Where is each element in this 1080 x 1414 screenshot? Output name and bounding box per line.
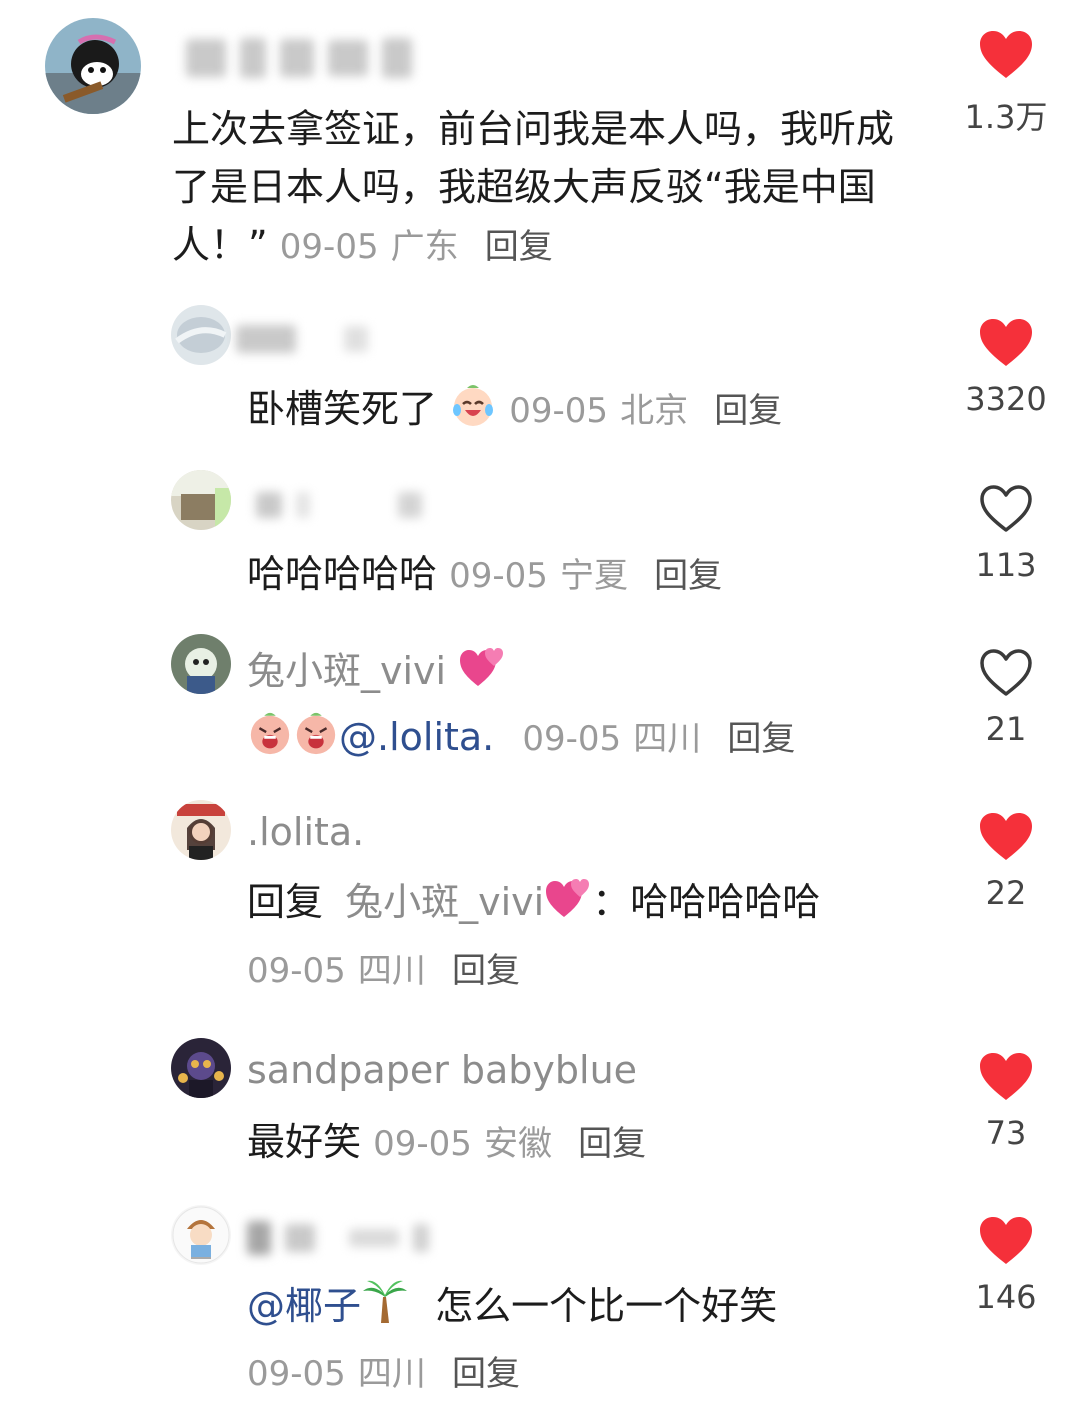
like-button[interactable]: 73 xyxy=(961,1052,1051,1152)
heart-filled-icon xyxy=(978,318,1034,368)
comment-text: 哈哈哈哈哈 09-05 宁夏 回复 xyxy=(247,545,947,605)
like-button[interactable]: 146 xyxy=(961,1216,1051,1316)
reply-button[interactable]: 回复 xyxy=(452,951,520,991)
heart-filled-icon xyxy=(978,1052,1034,1102)
comment-text: @.lolita. 09-05 四川 回复 xyxy=(247,708,947,768)
username[interactable]: .lolita. xyxy=(247,810,364,854)
comment-location: 北京 xyxy=(620,391,689,431)
comment-body: 哈哈哈哈哈 xyxy=(247,552,438,596)
username-blurred[interactable] xyxy=(236,488,422,522)
like-count: 21 xyxy=(985,710,1027,748)
avatar[interactable] xyxy=(171,470,231,530)
comment-date: 09-05 xyxy=(247,951,346,991)
comment-date: 09-05 xyxy=(522,719,622,759)
comment-text: 卧槽笑死了 09-05 北京 回复 xyxy=(247,380,947,440)
comment-meta: 09-05 四川 回复 xyxy=(247,940,947,1000)
comment-location: 四川 xyxy=(357,1354,426,1394)
mention-link[interactable]: @.lolita. xyxy=(339,715,494,759)
like-count: 3320 xyxy=(965,380,1047,418)
like-button[interactable]: 1.3万 xyxy=(961,30,1051,138)
comment-text: @椰子 怎么一个比一个好笑 xyxy=(247,1277,947,1335)
username-blurred[interactable] xyxy=(186,36,412,80)
mention-link[interactable]: @椰子 xyxy=(247,1284,361,1328)
comment-body: 卧槽笑死了 xyxy=(247,387,438,431)
comment-location: 宁夏 xyxy=(560,556,628,596)
comment-body: 哈哈哈哈哈 xyxy=(630,880,821,924)
like-button[interactable]: 3320 xyxy=(961,318,1051,418)
reply-button[interactable]: 回复 xyxy=(452,1354,520,1394)
comment-date: 09-05 xyxy=(279,227,379,267)
palm-tree-icon xyxy=(361,1277,409,1325)
like-count: 73 xyxy=(985,1114,1027,1152)
avatar[interactable] xyxy=(171,1205,231,1265)
heart-filled-icon xyxy=(978,812,1034,862)
like-count: 22 xyxy=(985,874,1027,912)
reply-prefix: 回复 xyxy=(247,880,324,924)
comment-text: 回复 兔小斑_vivi ：哈哈哈哈哈 xyxy=(247,873,947,931)
comment-text: 上次去拿签证，前台问我是本人吗，我听成了是日本人吗，我超级大声反驳“我是中国人！… xyxy=(172,100,917,276)
reply-button[interactable]: 回复 xyxy=(485,227,553,267)
comment-date: 09-05 xyxy=(449,556,548,596)
comment-date: 09-05 xyxy=(247,1354,346,1394)
reply-button[interactable]: 回复 xyxy=(578,1124,646,1164)
heart-filled-icon xyxy=(978,1216,1034,1266)
laughing-crying-face-icon xyxy=(449,380,497,428)
comment-date: 09-05 xyxy=(373,1124,472,1164)
comment-location: 四川 xyxy=(633,719,702,759)
avatar[interactable] xyxy=(45,18,141,114)
comment-location: 广东 xyxy=(390,227,459,267)
reply-colon: ： xyxy=(592,880,631,924)
crying-face-icon xyxy=(247,710,293,756)
like-count: 146 xyxy=(975,1278,1037,1316)
comment-date: 09-05 xyxy=(509,391,608,431)
comment-location: 四川 xyxy=(357,951,426,991)
like-button[interactable]: 21 xyxy=(961,648,1051,748)
username[interactable]: 兔小斑_vivi xyxy=(247,642,506,693)
two-hearts-icon xyxy=(544,873,592,921)
username[interactable]: sandpaper babyblue xyxy=(247,1048,637,1092)
avatar[interactable] xyxy=(171,634,231,694)
reply-button[interactable]: 回复 xyxy=(654,556,722,596)
username-blurred[interactable] xyxy=(236,322,368,356)
avatar[interactable] xyxy=(171,1038,231,1098)
reply-button[interactable]: 回复 xyxy=(727,719,795,759)
two-hearts-icon xyxy=(458,642,506,690)
avatar[interactable] xyxy=(171,305,231,365)
comment-body: 怎么一个比一个好笑 xyxy=(435,1284,778,1328)
heart-outline-icon xyxy=(978,648,1034,698)
comment-meta: 09-05 四川 回复 xyxy=(247,1343,947,1403)
reply-to-username[interactable]: 兔小斑_vivi xyxy=(345,880,544,924)
like-count: 113 xyxy=(975,546,1037,584)
like-button[interactable]: 113 xyxy=(961,484,1051,584)
like-count: 1.3万 xyxy=(964,98,1048,136)
heart-filled-icon xyxy=(978,30,1034,80)
like-button[interactable]: 22 xyxy=(961,812,1051,912)
comment-body: 最好笑 xyxy=(247,1120,362,1164)
heart-outline-icon xyxy=(978,484,1034,534)
comment-text: 最好笑 09-05 安徽 回复 xyxy=(247,1113,947,1173)
username-blurred[interactable] xyxy=(247,1218,429,1258)
comment-location: 安徽 xyxy=(484,1124,552,1164)
crying-face-icon xyxy=(293,710,339,756)
avatar[interactable] xyxy=(171,800,231,860)
reply-button[interactable]: 回复 xyxy=(714,391,782,431)
